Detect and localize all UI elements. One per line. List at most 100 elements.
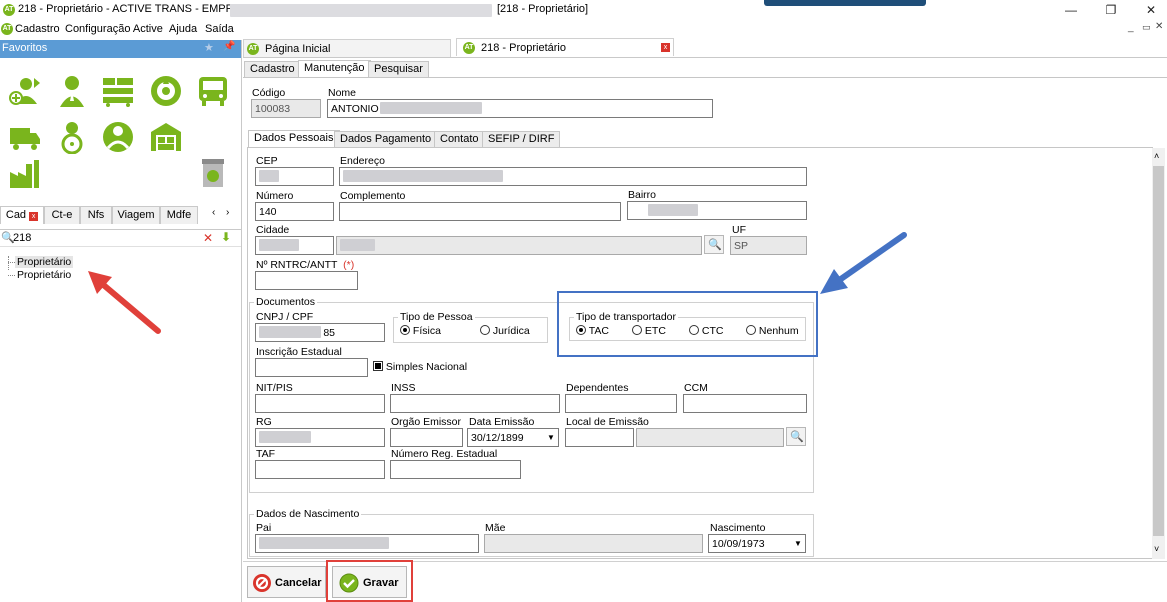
reg-estadual-field[interactable] <box>390 460 521 479</box>
scroll-up-icon[interactable]: ˄ <box>1154 151 1159 161</box>
redacted-company <box>230 4 492 17</box>
warehouse-icon[interactable] <box>149 120 183 154</box>
home-tab-logo-icon: AT <box>247 43 259 55</box>
close-doc-tab-icon[interactable]: x <box>661 43 670 52</box>
tab-pesquisar[interactable]: Pesquisar <box>368 61 429 77</box>
maximize-button[interactable]: ❐ <box>1096 0 1126 20</box>
ie-field[interactable] <box>255 358 368 377</box>
fleet-icon[interactable] <box>101 74 135 108</box>
taf-label: TAF <box>256 448 276 460</box>
clear-search-icon[interactable]: ✕ <box>203 231 213 245</box>
numero-field[interactable]: 140 <box>255 202 334 221</box>
tab-dados-pessoais[interactable]: Dados Pessoais <box>248 130 340 147</box>
bus-icon[interactable] <box>196 74 230 108</box>
tab-contato[interactable]: Contato <box>434 131 485 147</box>
factory-icon[interactable] <box>8 156 42 190</box>
local-emissao-search-button[interactable]: 🔍 <box>786 427 806 446</box>
radio-fisica-dot[interactable] <box>400 325 410 335</box>
doc-tab-home[interactable]: AT Página Inicial <box>243 39 451 57</box>
group-tab-mdfe[interactable]: Mdfe <box>160 206 198 224</box>
menu-cadastro[interactable]: Cadastro <box>15 20 60 38</box>
tree-item-proprietario-selected[interactable]: Proprietário <box>15 256 74 268</box>
person-icon[interactable] <box>55 74 89 108</box>
close-tab-icon[interactable]: x <box>29 212 39 221</box>
vertical-scrollbar[interactable]: ˄ ˅ <box>1152 148 1165 559</box>
apply-search-icon[interactable]: ⬇ <box>221 230 231 244</box>
mdi-close-icon[interactable]: ✕ <box>1155 21 1163 32</box>
dropdown-arrow-icon[interactable]: ▼ <box>791 535 805 552</box>
star-icon[interactable]: ★ <box>204 41 214 54</box>
close-button[interactable]: ✕ <box>1136 0 1166 20</box>
group-tab-cte[interactable]: Ct-e <box>44 206 80 224</box>
radio-juridica[interactable]: Jurídica <box>480 325 530 337</box>
tab-dados-pagamento[interactable]: Dados Pagamento <box>334 131 438 147</box>
nit-field[interactable] <box>255 394 385 413</box>
recycle-bin-icon[interactable] <box>196 156 230 190</box>
mdi-restore-icon[interactable]: ▭ <box>1142 22 1151 33</box>
orgao-emissor-field[interactable] <box>390 428 463 447</box>
nascimento-field[interactable]: 10/09/1973 ▼ <box>708 534 806 553</box>
dependentes-field[interactable] <box>565 394 677 413</box>
menu-ajuda[interactable]: Ajuda <box>169 20 197 38</box>
check-icon <box>339 573 359 593</box>
radio-juridica-label: Jurídica <box>492 325 530 337</box>
simples-nacional-box[interactable] <box>373 361 383 371</box>
add-proprietario-icon[interactable] <box>8 74 42 108</box>
group-tab-nfs[interactable]: Nfs <box>80 206 112 224</box>
driver-icon[interactable] <box>55 120 89 154</box>
pin-icon[interactable]: 📌 <box>223 41 235 52</box>
scroll-thumb[interactable] <box>1153 166 1164 536</box>
cidade-name-field[interactable] <box>336 236 702 255</box>
taf-field[interactable] <box>255 460 385 479</box>
radio-juridica-dot[interactable] <box>480 325 490 335</box>
local-emissao-code-field[interactable] <box>565 428 634 447</box>
minimize-button[interactable]: — <box>1056 0 1086 20</box>
data-emissao-field[interactable]: 30/12/1899 ▼ <box>467 428 559 447</box>
simples-nacional-checkbox[interactable]: Simples Nacional <box>373 361 467 373</box>
tree-line <box>8 256 9 270</box>
tab-scroll-left-icon[interactable]: ‹ <box>212 207 215 218</box>
cancel-button[interactable]: Cancelar <box>247 566 326 598</box>
redacted-cnpj <box>259 326 321 338</box>
nome-value: ANTONIO <box>331 103 379 115</box>
doc-tab-current[interactable]: AT 218 - Proprietário x <box>456 38 674 56</box>
codigo-field[interactable]: 100083 <box>251 99 321 118</box>
cancel-icon <box>253 574 271 592</box>
tab-sefip-dirf[interactable]: SEFIP / DIRF <box>482 131 561 147</box>
tab-manutencao[interactable]: Manutenção <box>298 60 371 77</box>
scroll-down-icon[interactable]: ˅ <box>1154 544 1159 554</box>
tab-cadastro[interactable]: Cadastro <box>244 61 301 77</box>
uf-label: UF <box>732 224 746 236</box>
complemento-label: Complemento <box>340 190 406 202</box>
uf-field[interactable]: SP <box>730 236 807 255</box>
taskbar-highlight <box>764 0 926 6</box>
search-input[interactable]: 218 <box>13 232 31 244</box>
ccm-field[interactable] <box>683 394 807 413</box>
driver-steering-icon[interactable] <box>101 120 135 154</box>
save-button[interactable]: Gravar <box>332 566 407 598</box>
simples-nacional-label: Simples Nacional <box>385 361 468 373</box>
driver-wheel-icon[interactable] <box>149 74 183 108</box>
radio-fisica[interactable]: Física <box>400 325 441 337</box>
redacted-name <box>380 102 482 114</box>
cidade-search-button[interactable]: 🔍 <box>704 235 724 254</box>
blue-annotation-arrow <box>820 232 907 294</box>
redacted-bairro <box>648 204 698 216</box>
group-tab-cad-label: Cad <box>5 209 27 221</box>
dropdown-arrow-icon[interactable]: ▼ <box>544 429 558 446</box>
inss-field[interactable] <box>390 394 560 413</box>
tree-item-proprietario[interactable]: Proprietário <box>17 269 71 281</box>
complemento-field[interactable] <box>339 202 621 221</box>
save-label: Gravar <box>363 577 399 589</box>
local-emissao-name-field[interactable] <box>636 428 784 447</box>
mdi-minimize-icon[interactable]: _ <box>1128 22 1134 33</box>
tab-scroll-right-icon[interactable]: › <box>226 207 229 218</box>
mae-field[interactable] <box>484 534 703 553</box>
rntrc-field[interactable] <box>255 271 358 290</box>
menu-saida[interactable]: Saída <box>205 20 234 38</box>
group-tab-viagem[interactable]: Viagem <box>112 206 160 224</box>
menu-configuracao[interactable]: Configuração Active <box>65 20 163 38</box>
truck-icon[interactable] <box>8 120 42 154</box>
title-bar: AT 218 - Proprietário - ACTIVE TRANS - E… <box>0 0 1167 20</box>
group-tab-cad[interactable]: Cad x <box>0 206 44 224</box>
